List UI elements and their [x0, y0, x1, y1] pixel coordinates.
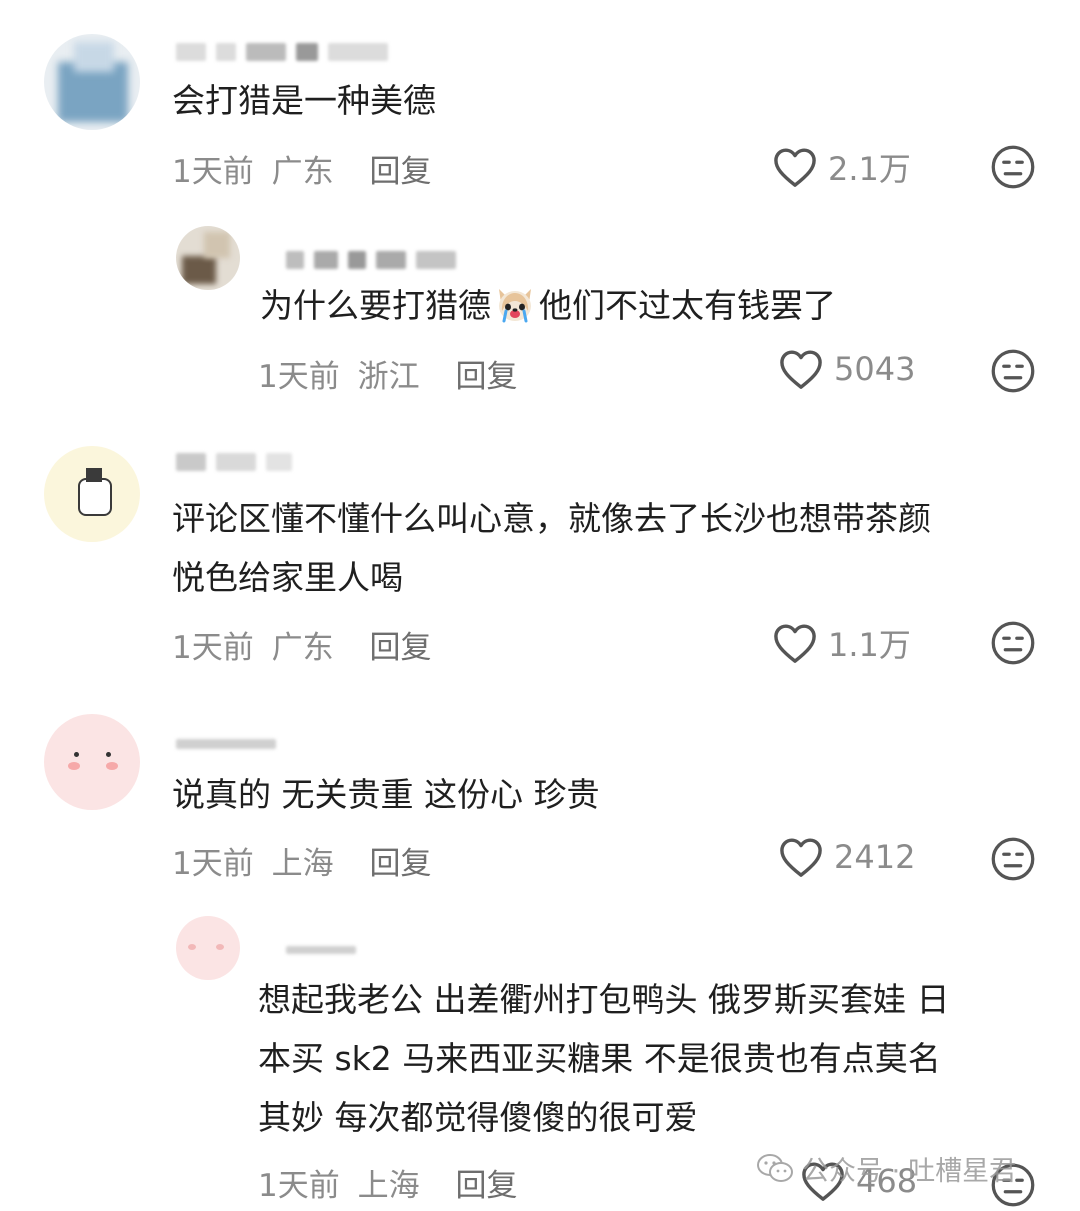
meh-face-icon[interactable]: [990, 620, 1036, 666]
watermark-prefix: 公众号 ·: [802, 1155, 901, 1187]
reply-button[interactable]: 回复: [369, 154, 431, 190]
meh-face-icon[interactable]: [990, 144, 1036, 190]
wechat-icon: [757, 1154, 793, 1182]
avatar[interactable]: [176, 226, 240, 290]
comment-time: 1天前: [258, 359, 340, 395]
comment-text: 评论区懂不懂什么叫心意，就像去了长沙也想带茶颜 悦色给家里人喝: [172, 489, 931, 607]
username-blurred[interactable]: [286, 940, 356, 960]
like-count: 1.1万: [828, 626, 911, 664]
avatar[interactable]: [44, 446, 140, 542]
reply-button[interactable]: 回复: [369, 846, 431, 882]
comment-location: 广东: [271, 630, 334, 666]
like-count: 2.1万: [828, 150, 911, 188]
comment-text-line: 评论区懂不懂什么叫心意，就像去了长沙也想带茶颜: [172, 499, 931, 538]
avatar[interactable]: [44, 714, 140, 810]
heart-outline-icon: [774, 148, 816, 187]
username-blurred[interactable]: [176, 42, 388, 62]
like-button[interactable]: 2412: [778, 836, 915, 878]
heart-outline-icon: [780, 838, 822, 877]
comment-meta: 1天前 浙江 回复: [258, 351, 517, 396]
comment-location: 广东: [271, 154, 334, 190]
comment-time: 1天前: [258, 1168, 340, 1204]
like-count: 2412: [834, 838, 916, 876]
comment-meta: 1天前 上海 回复: [258, 1160, 517, 1205]
avatar[interactable]: [176, 916, 240, 980]
reply-button[interactable]: 回复: [455, 1168, 517, 1204]
comment-text: 说真的 无关贵重 这份心 珍贵: [172, 775, 600, 814]
heart-outline-icon: [780, 350, 822, 389]
comment-meta: 1天前 广东 回复: [172, 622, 431, 667]
like-count: 5043: [834, 350, 916, 388]
like-button[interactable]: 1.1万: [772, 620, 911, 666]
comment-time: 1天前: [172, 846, 254, 882]
reply-button[interactable]: 回复: [455, 359, 517, 395]
heart-outline-icon: [774, 624, 816, 663]
comment-text-line: 想起我老公 出差衢州打包鸭头 俄罗斯买套娃 日: [258, 980, 950, 1019]
like-button[interactable]: 5043: [778, 348, 915, 390]
comment-text-line: 本买 sk2 马来西亚买糖果 不是很贵也有点莫名: [258, 1039, 941, 1078]
comment-location: 上海: [357, 1168, 420, 1204]
comment-text-line: 悦色给家里人喝: [172, 558, 403, 597]
meh-face-icon[interactable]: [990, 348, 1036, 394]
comment-text: 想起我老公 出差衢州打包鸭头 俄罗斯买套娃 日 本买 sk2 马来西亚买糖果 不…: [258, 970, 949, 1147]
username-blurred[interactable]: [176, 734, 276, 754]
avatar[interactable]: [44, 34, 140, 130]
watermark-name: 吐槽星君: [908, 1155, 1017, 1187]
reply-button[interactable]: 回复: [369, 630, 431, 666]
comment-text: 会打猎是一种美德: [172, 81, 436, 120]
meh-face-icon[interactable]: [990, 836, 1036, 882]
comment-text-line: 其妙 每次都觉得傻傻的很可爱: [258, 1098, 698, 1137]
comment-time: 1天前: [172, 630, 254, 666]
comment-text: 为什么要打猎德 他们不过太有钱罢了: [260, 276, 836, 335]
crying-dog-emoji: [499, 289, 531, 323]
comment-time: 1天前: [172, 154, 254, 190]
username-blurred[interactable]: [176, 452, 292, 472]
comment-meta: 1天前 上海 回复: [172, 838, 431, 883]
watermark: 公众号 · 吐槽星君: [756, 1148, 1016, 1188]
like-button[interactable]: 2.1万: [772, 144, 911, 190]
username-blurred[interactable]: [286, 250, 456, 270]
comment-location: 浙江: [357, 359, 420, 395]
comment-location: 上海: [271, 846, 334, 882]
comment-meta: 1天前 广东 回复: [172, 146, 431, 191]
